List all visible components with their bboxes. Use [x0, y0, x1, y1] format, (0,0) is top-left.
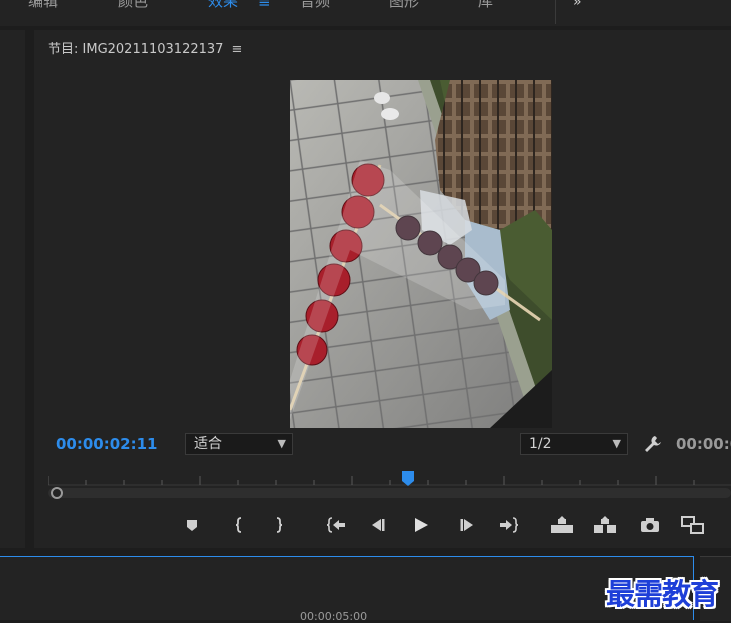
- time-ruler[interactable]: [48, 470, 731, 486]
- go-to-out-icon: [500, 517, 519, 533]
- chevron-down-icon: ▼: [612, 437, 621, 450]
- button-editor-icon: [681, 516, 704, 534]
- step-forward-icon: [460, 519, 473, 531]
- workspace-tab-libraries[interactable]: 库: [478, 0, 493, 11]
- playback-resolution-select[interactable]: 1/2 ▼: [520, 433, 628, 455]
- extract-icon: [594, 516, 616, 533]
- left-panel: [0, 30, 25, 548]
- add-marker-icon: [187, 520, 197, 531]
- program-monitor-title-text: 节目: IMG20211103122137: [48, 42, 224, 57]
- go-to-in-icon: [326, 517, 345, 533]
- duration-timecode: 00:00:0: [676, 435, 731, 453]
- panel-menu-icon[interactable]: ≡: [231, 42, 242, 57]
- timeline-ruler-time: 00:00:05:00: [300, 610, 368, 623]
- add-marker-button[interactable]: [177, 510, 207, 540]
- watermark-logo: 最需教育: [606, 577, 719, 611]
- step-back-icon: [372, 519, 385, 531]
- step-forward-button[interactable]: [452, 510, 482, 540]
- play-icon: [415, 518, 428, 532]
- zoom-scrollbar[interactable]: [48, 487, 731, 499]
- zoom-level-select[interactable]: 适合 ▼: [185, 433, 293, 455]
- mark-out-button[interactable]: [264, 510, 294, 540]
- mark-out-icon: [276, 517, 283, 533]
- mark-in-button[interactable]: [224, 510, 254, 540]
- lift-icon: [551, 516, 573, 533]
- play-button[interactable]: [406, 510, 436, 540]
- video-preview: [290, 80, 552, 428]
- workspace-bar: 编辑 颜色 效果 ≡ 音频 图形 库 »: [0, 0, 731, 26]
- timeline-panel[interactable]: 00:00:05:00: [0, 556, 694, 623]
- zoom-scroll-handle[interactable]: [51, 487, 63, 499]
- go-to-out-button[interactable]: [494, 510, 524, 540]
- mark-in-icon: [235, 517, 242, 533]
- workspace-tab-edit[interactable]: 编辑: [28, 0, 58, 11]
- wrench-icon[interactable]: [643, 434, 663, 458]
- program-monitor-title[interactable]: 节目: IMG20211103122137 ≡: [48, 38, 242, 57]
- workspace-tab-color[interactable]: 颜色: [118, 0, 148, 11]
- video-frame-image: [290, 80, 552, 428]
- more-workspaces-icon[interactable]: »: [573, 0, 581, 10]
- zoom-level-value: 适合: [194, 436, 222, 452]
- workspace-tab-effects[interactable]: 效果: [208, 0, 238, 11]
- playhead-marker[interactable]: [401, 470, 417, 488]
- workspace-tab-audio[interactable]: 音频: [300, 0, 330, 11]
- program-monitor-panel: 节目: IMG20211103122137 ≡ 00:00:02:11 适合 ▼…: [34, 30, 731, 548]
- playback-resolution-value: 1/2: [529, 436, 552, 452]
- button-editor-button[interactable]: [678, 510, 708, 540]
- step-back-button[interactable]: [363, 510, 393, 540]
- export-frame-button[interactable]: [635, 510, 665, 540]
- go-to-in-button[interactable]: [321, 510, 351, 540]
- extract-button[interactable]: [590, 510, 620, 540]
- workspace-tab-graphics[interactable]: 图形: [389, 0, 419, 11]
- chevron-down-icon: ▼: [277, 437, 286, 450]
- export-frame-icon: [641, 518, 659, 532]
- workspace-divider: [555, 0, 556, 24]
- current-timecode[interactable]: 00:00:02:11: [56, 435, 158, 453]
- lift-button[interactable]: [547, 510, 577, 540]
- workspace-menu-icon[interactable]: ≡: [258, 0, 271, 11]
